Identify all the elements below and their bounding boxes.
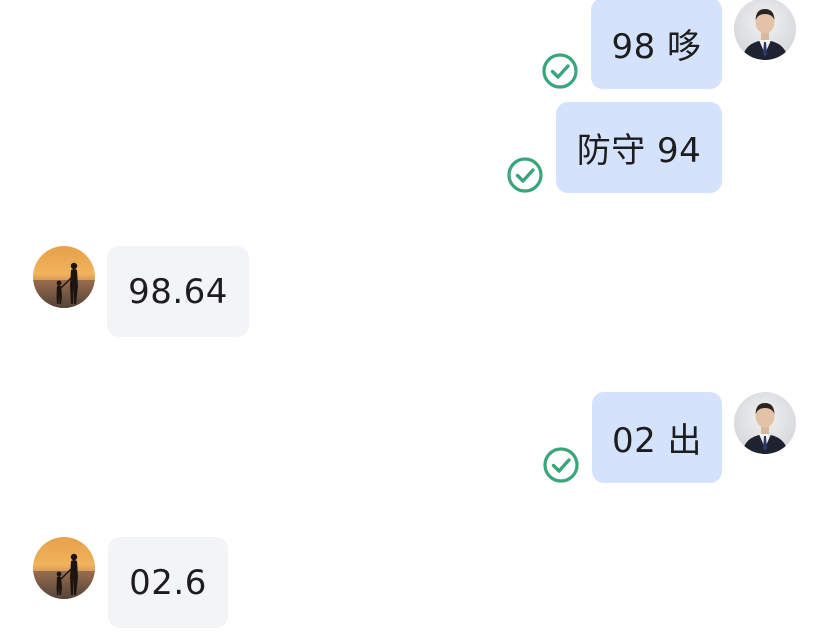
self-avatar[interactable] bbox=[734, 0, 796, 60]
man-in-suit-avatar-icon bbox=[734, 0, 796, 60]
contact-avatar[interactable] bbox=[33, 537, 95, 599]
message-bubble-outgoing[interactable]: 防守 94 bbox=[556, 102, 722, 193]
sunset-silhouette-avatar-icon bbox=[33, 537, 95, 599]
man-in-suit-avatar-icon bbox=[734, 392, 796, 454]
message-text: 98 哆 bbox=[611, 27, 702, 67]
message-bubble-incoming[interactable]: 98.64 bbox=[107, 246, 249, 337]
contact-avatar[interactable] bbox=[33, 246, 95, 308]
sunset-silhouette-avatar-icon bbox=[33, 246, 95, 308]
message-bubble-outgoing[interactable]: 02 出 bbox=[592, 392, 722, 483]
message-text: 98.64 bbox=[128, 271, 228, 312]
read-check-icon bbox=[542, 446, 580, 484]
read-check-icon bbox=[506, 156, 544, 194]
message-text: 02 出 bbox=[611, 421, 703, 461]
read-check-icon bbox=[541, 52, 579, 90]
message-text: 防守 94 bbox=[576, 131, 702, 171]
message-bubble-incoming[interactable]: 02.6 bbox=[108, 537, 228, 628]
message-text: 02.6 bbox=[129, 562, 207, 603]
self-avatar[interactable] bbox=[734, 392, 796, 454]
message-bubble-outgoing[interactable]: 98 哆 bbox=[591, 0, 722, 89]
